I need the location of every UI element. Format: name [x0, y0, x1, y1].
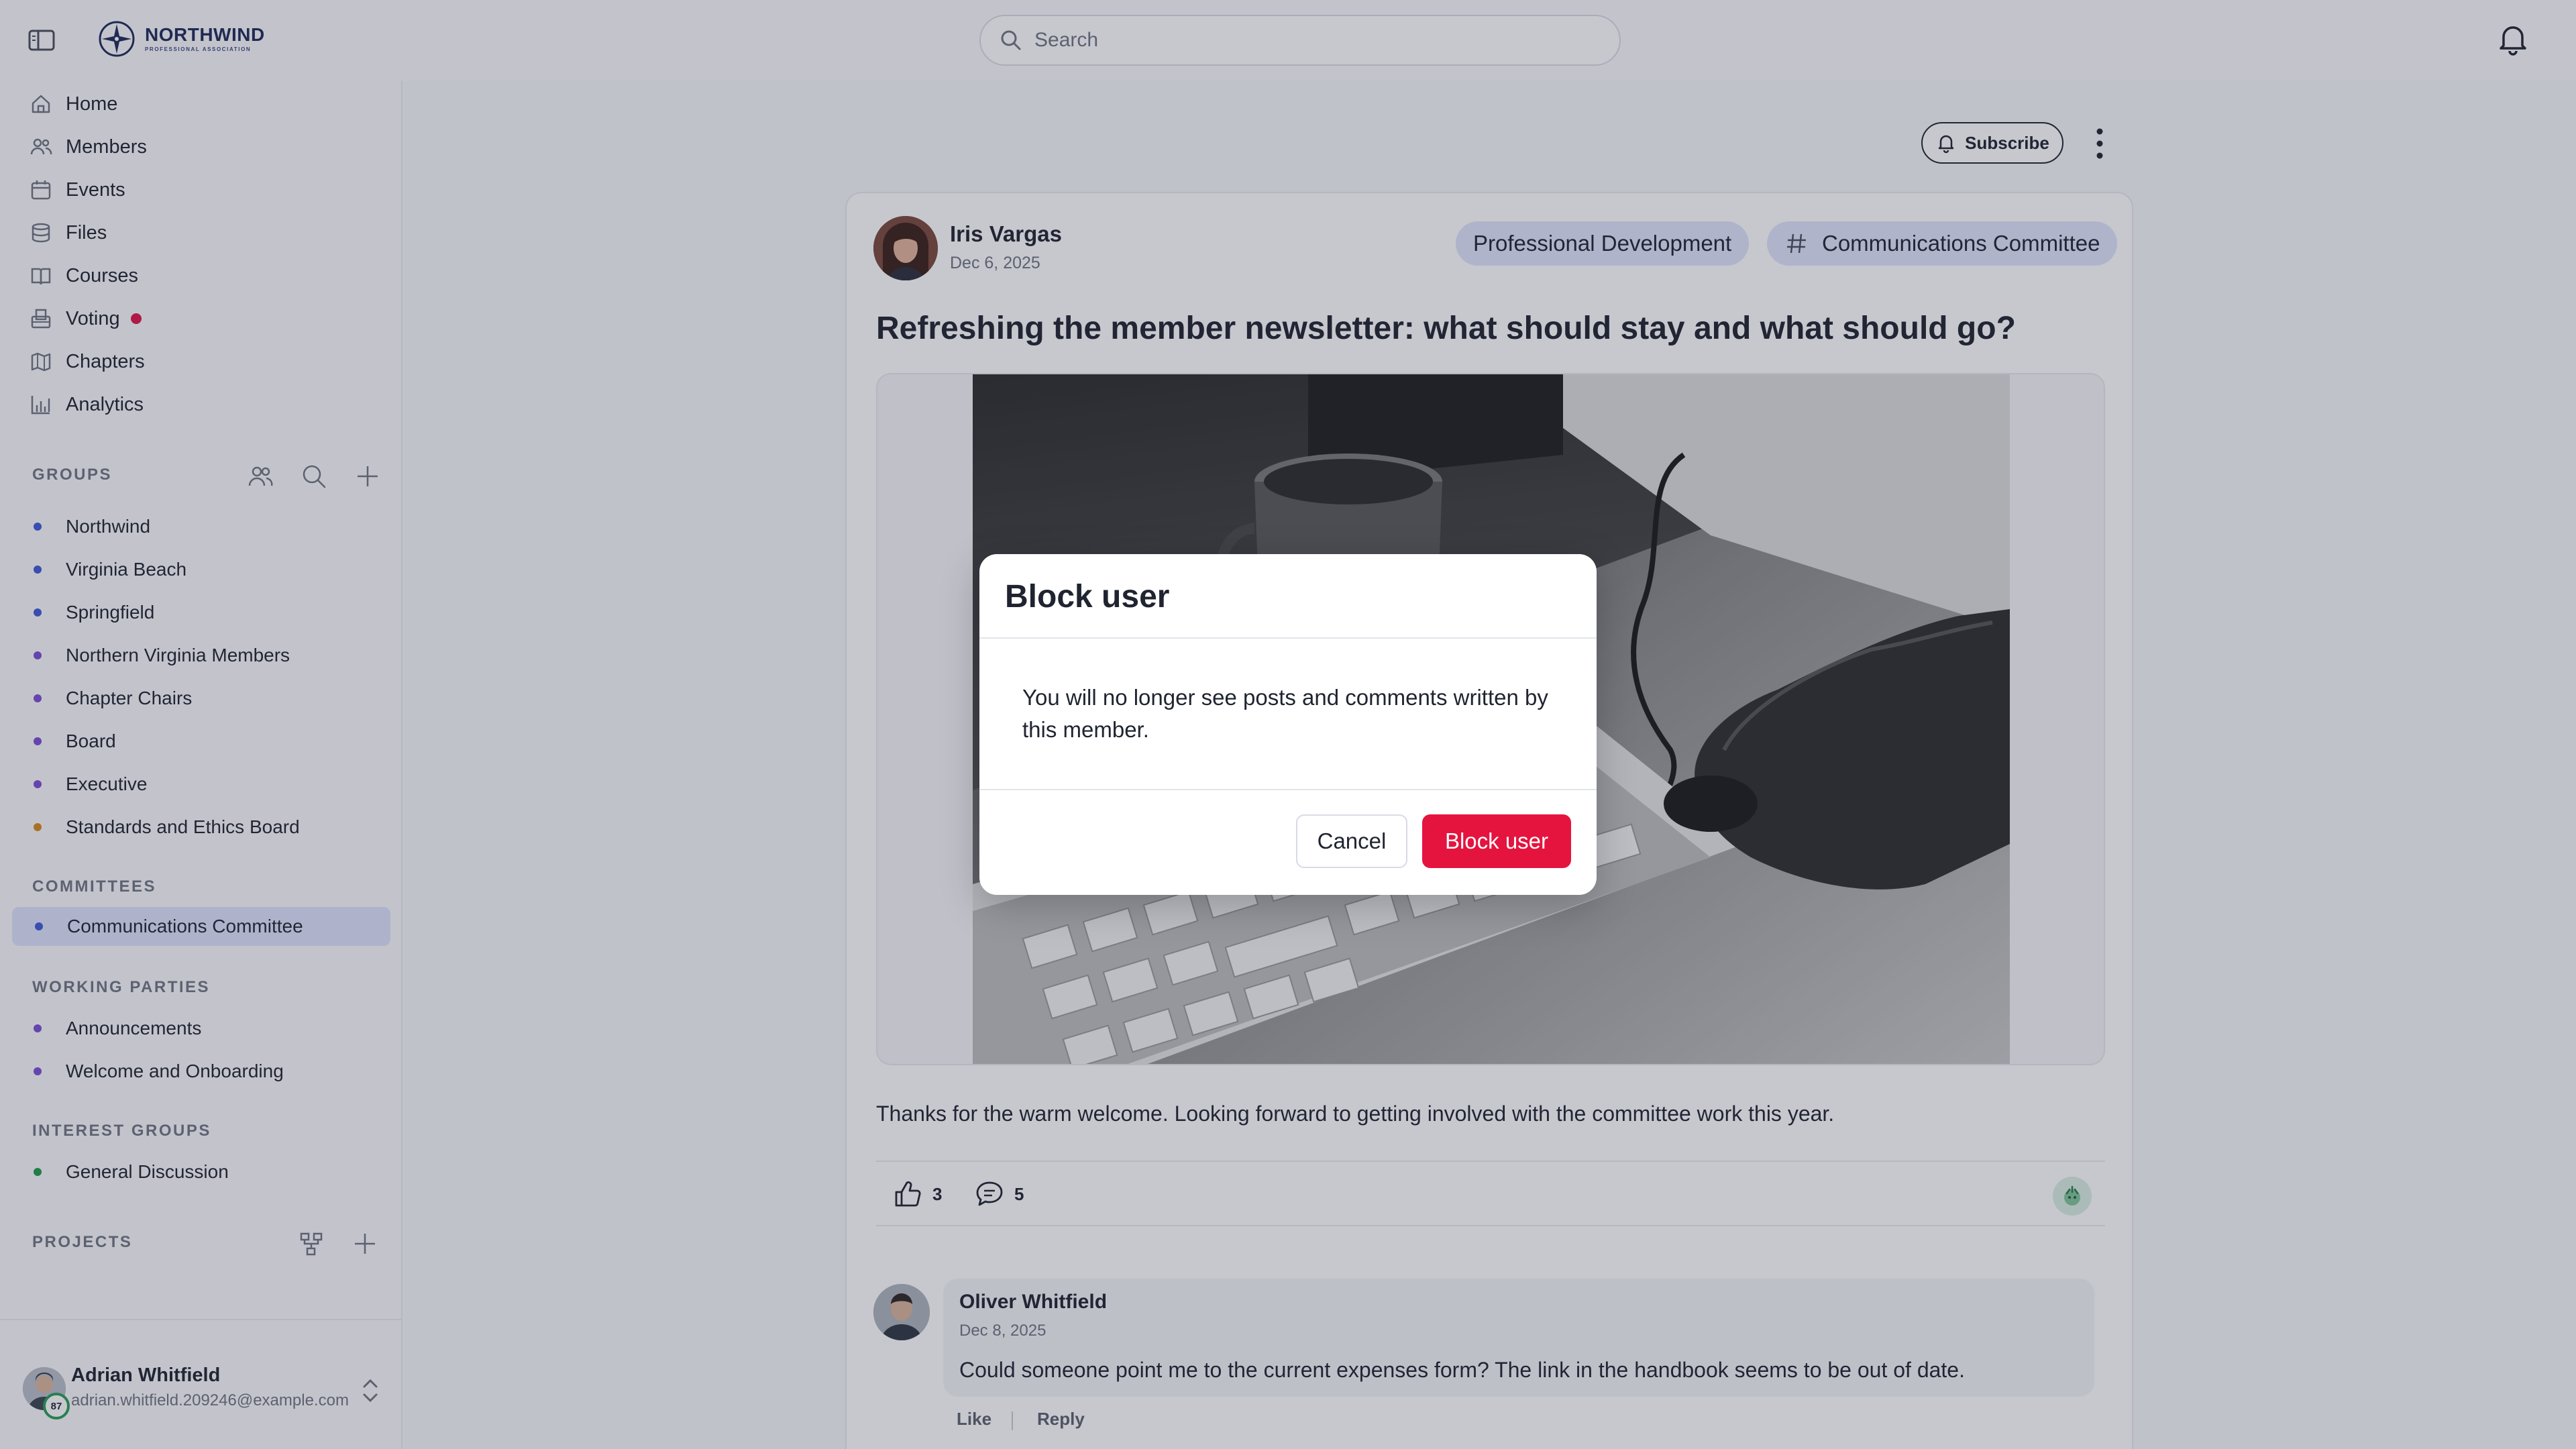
- block-user-button[interactable]: Block user: [1422, 814, 1571, 868]
- dialog-message: You will no longer see posts and comment…: [1022, 685, 1548, 742]
- divider: [979, 637, 1597, 639]
- cancel-button[interactable]: Cancel: [1296, 814, 1407, 868]
- dialog-title: Block user: [1005, 579, 1170, 614]
- block-user-dialog: Block user You will no longer see posts …: [979, 554, 1597, 895]
- divider: [979, 789, 1597, 790]
